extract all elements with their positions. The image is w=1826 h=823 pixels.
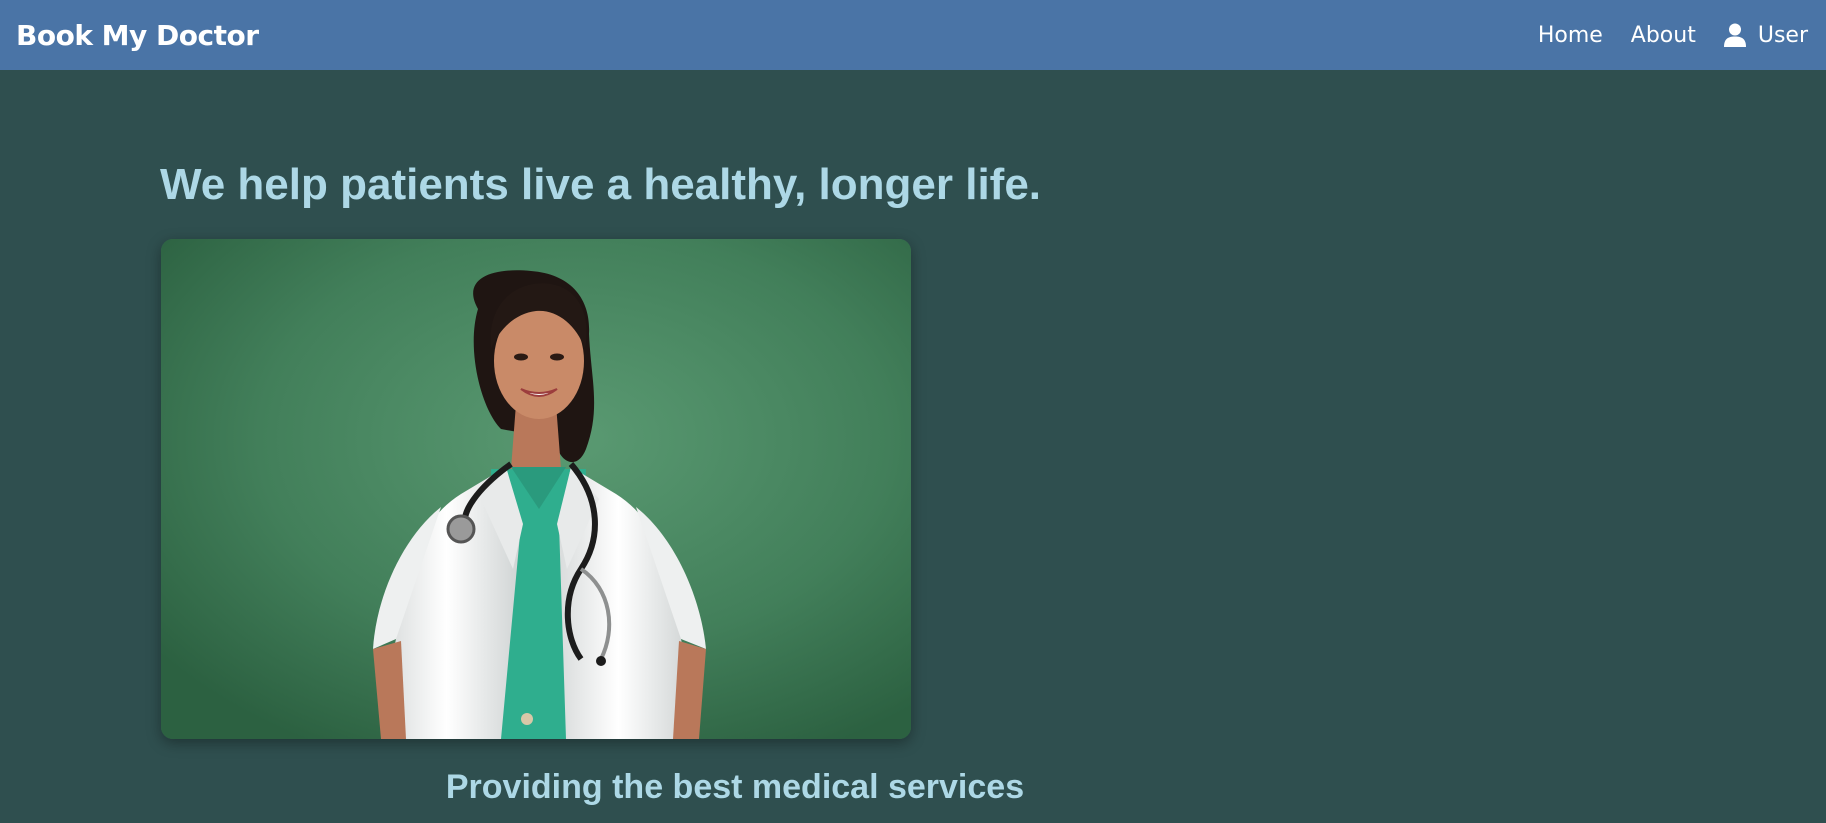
hero-doctor-image xyxy=(161,239,911,739)
brand-logo-link[interactable]: Book My Doctor xyxy=(16,19,259,52)
nav-home-link[interactable]: Home xyxy=(1538,23,1603,48)
user-icon xyxy=(1723,23,1746,47)
hero-title: We help patients live a healthy, longer … xyxy=(160,160,1042,209)
nav-about-link[interactable]: About xyxy=(1631,23,1696,48)
hero-subtitle: Providing the best medical services xyxy=(445,768,1025,806)
navbar: Book My Doctor Home About User xyxy=(0,0,1826,70)
nav-user-link[interactable]: User xyxy=(1723,22,1808,48)
nav-user-label: User xyxy=(1757,22,1808,48)
doctor-illustration xyxy=(161,239,911,739)
nav-links: Home About User xyxy=(1538,23,1808,48)
